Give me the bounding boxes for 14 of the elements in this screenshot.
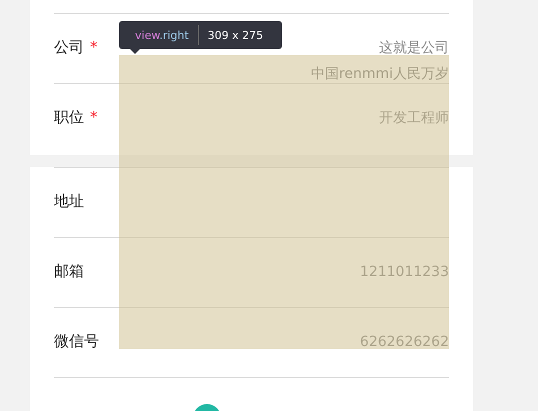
field-label: 微信号 — [54, 331, 99, 352]
field-value: 6262626262 — [360, 333, 449, 352]
field-value: 这就是公司 — [378, 39, 449, 58]
required-mark: * — [90, 37, 98, 58]
required-mark: * — [90, 107, 98, 128]
element-selector: view.right — [135, 28, 189, 42]
field-label: 邮箱 — [54, 261, 84, 282]
field-label: 职位 — [54, 107, 84, 128]
field-label: 地址 — [54, 191, 84, 212]
field-value: 开发工程师 — [379, 109, 449, 128]
element-size: 309 x 275 — [208, 28, 264, 42]
field-value: 1211011233 — [360, 263, 449, 282]
field-label: 公司 — [54, 37, 84, 58]
field-value: 中国renmmi人民万岁 — [310, 65, 449, 84]
